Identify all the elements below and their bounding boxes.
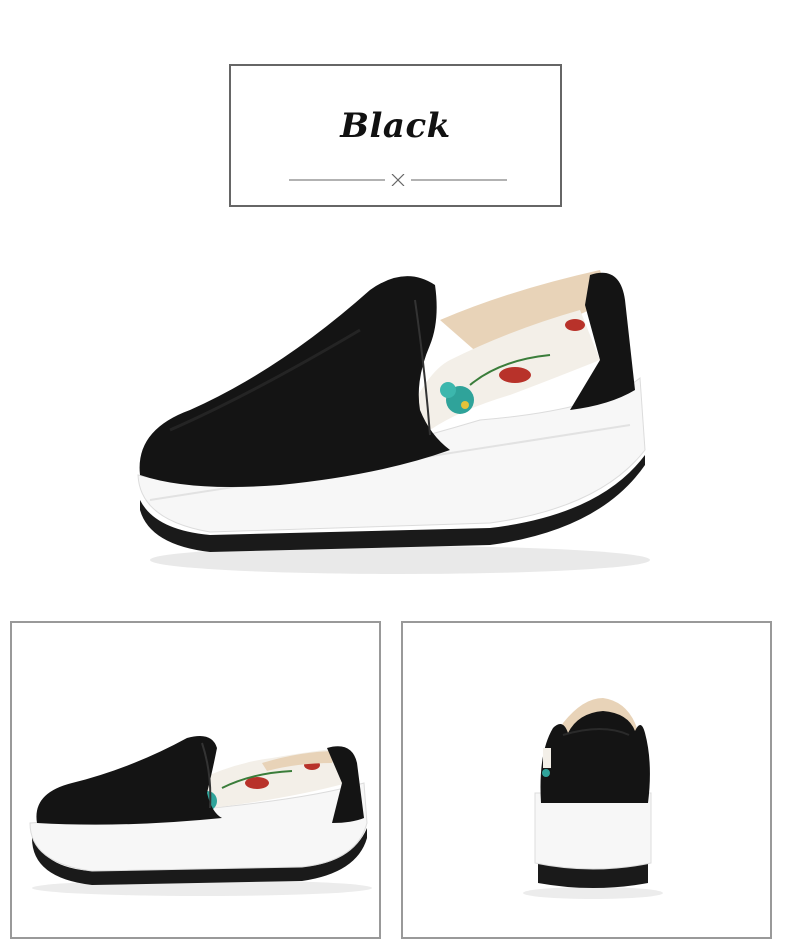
color-title: Black [340, 106, 451, 146]
divider-ornament [289, 174, 507, 186]
rear-view-frame [401, 621, 772, 939]
shoe-rear-image [523, 698, 663, 899]
side-view-frame [10, 621, 381, 939]
color-title-box: Black [229, 64, 562, 207]
shoe-side-image [29, 735, 372, 896]
main-shoe-image [137, 270, 650, 574]
